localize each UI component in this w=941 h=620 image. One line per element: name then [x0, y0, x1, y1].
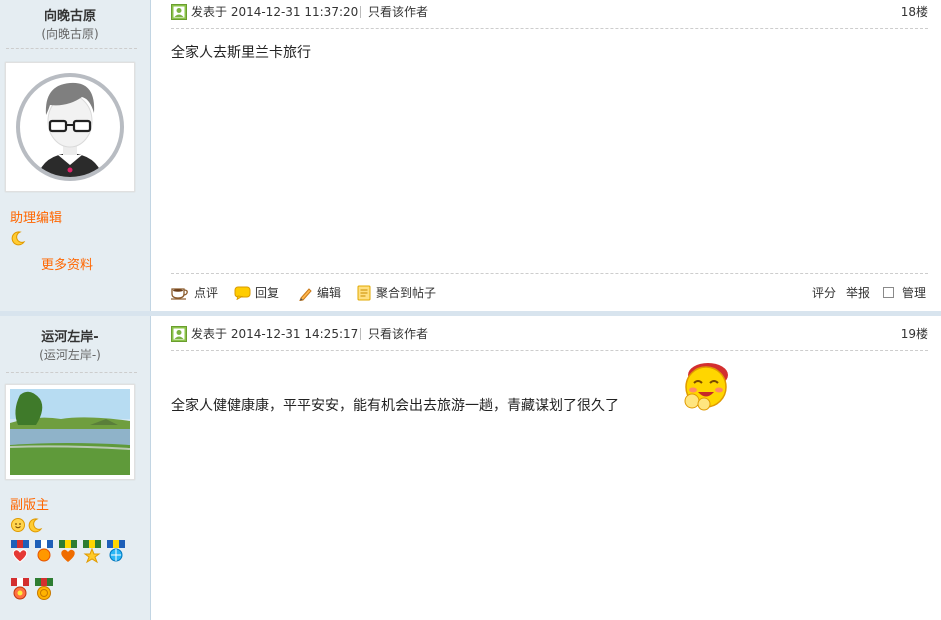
- user-online-icon: [171, 4, 187, 20]
- more-profile-link[interactable]: 更多资料: [41, 254, 93, 273]
- heart-medal: [11, 540, 29, 563]
- post-main: 发表于 2014-12-31 11:37:20 只看该作者 18楼 全家人去斯里…: [171, 0, 928, 311]
- author-sidebar: 运河左岸- (运河左岸-) 副版主: [0, 316, 151, 620]
- laughing-emoji-icon: [684, 363, 728, 411]
- post-content: 全家人健健康康，平平安安，能有机会出去旅游一趟，青藏谋划了很久了: [171, 398, 619, 414]
- heart-medal: [59, 540, 77, 562]
- post-content: 全家人去斯里兰卡旅行: [171, 45, 311, 61]
- level-icons: [10, 517, 43, 533]
- user-online-icon: [171, 326, 187, 342]
- sun-medal: [35, 540, 53, 562]
- floor-number[interactable]: 19楼: [901, 326, 928, 342]
- user-role[interactable]: 助理编辑: [10, 207, 62, 226]
- globe-medal: [107, 540, 125, 562]
- comment-label: 点评: [194, 286, 219, 300]
- post-time: 发表于 2014-12-31 14:25:17: [191, 327, 359, 341]
- manage-checkbox[interactable]: [883, 287, 894, 298]
- meta-divider-line: [171, 350, 928, 351]
- post-actions: 点评 回复 编辑 聚合到帖子 评分 举报 管理: [171, 284, 928, 302]
- meta-divider: [360, 6, 361, 18]
- moon-icon: [11, 231, 26, 246]
- coin-medal: [35, 578, 53, 600]
- flower-medal: [11, 578, 29, 600]
- manage-label[interactable]: 管理: [902, 284, 926, 302]
- speech-bubble-icon: [234, 286, 251, 300]
- default-avatar-icon: [16, 73, 124, 181]
- moon-icon: [28, 518, 43, 533]
- meta-divider-line: [171, 28, 928, 29]
- only-author-link[interactable]: 只看该作者: [368, 326, 428, 342]
- username[interactable]: 运河左岸-: [0, 326, 140, 345]
- meta-divider: [360, 328, 361, 340]
- reply-label: 回复: [255, 286, 280, 300]
- pencil-icon: [299, 287, 312, 301]
- username-sub: (向晚古原): [41, 27, 99, 41]
- document-icon: [357, 285, 371, 301]
- post-main: 发表于 2014-12-31 14:25:17 只看该作者 19楼 全家人健健康…: [171, 316, 928, 620]
- only-author-link[interactable]: 只看该作者: [368, 4, 428, 20]
- report-button[interactable]: 举报: [846, 284, 870, 302]
- author-sidebar: 向晚古原 (向晚古原) 助理编辑 更多资料: [0, 0, 151, 311]
- post-floor-18: 向晚古原 (向晚古原) 助理编辑 更多资料 发表于 2014-12-31 11:…: [0, 0, 941, 311]
- avatar[interactable]: [5, 62, 135, 192]
- post-floor-19: 运河左岸- (运河左岸-) 副版主 发表于 2014-12-31 14:25:1…: [0, 316, 941, 620]
- post-time: 发表于 2014-12-31 11:37:20: [191, 5, 359, 19]
- medal-row: [10, 538, 135, 616]
- edit-label: 编辑: [317, 286, 342, 300]
- comment-button[interactable]: 点评: [171, 284, 218, 302]
- star-medal: [83, 540, 101, 564]
- landscape-photo: [9, 389, 131, 475]
- cup-icon: [171, 288, 188, 300]
- avatar[interactable]: [5, 384, 135, 480]
- edit-button[interactable]: 编辑: [298, 284, 341, 302]
- rate-button[interactable]: 评分: [812, 284, 836, 302]
- floor-number[interactable]: 18楼: [901, 4, 928, 20]
- post-meta: 发表于 2014-12-31 11:37:20 只看该作者 18楼: [171, 4, 928, 20]
- aggregate-label: 聚合到帖子: [376, 286, 437, 300]
- username[interactable]: 向晚古原: [0, 5, 140, 24]
- sun-icon: [11, 518, 25, 532]
- username-sub: (运河左岸-): [39, 348, 101, 362]
- medals-icon: [11, 540, 125, 600]
- aggregate-button[interactable]: 聚合到帖子: [357, 284, 436, 302]
- actions-divider-line: [171, 273, 928, 274]
- reply-button[interactable]: 回复: [234, 284, 279, 302]
- level-icons: [10, 230, 26, 249]
- post-meta: 发表于 2014-12-31 14:25:17 只看该作者 19楼: [171, 326, 928, 342]
- divider: [6, 48, 137, 49]
- user-role[interactable]: 副版主: [10, 494, 49, 513]
- divider: [6, 372, 137, 373]
